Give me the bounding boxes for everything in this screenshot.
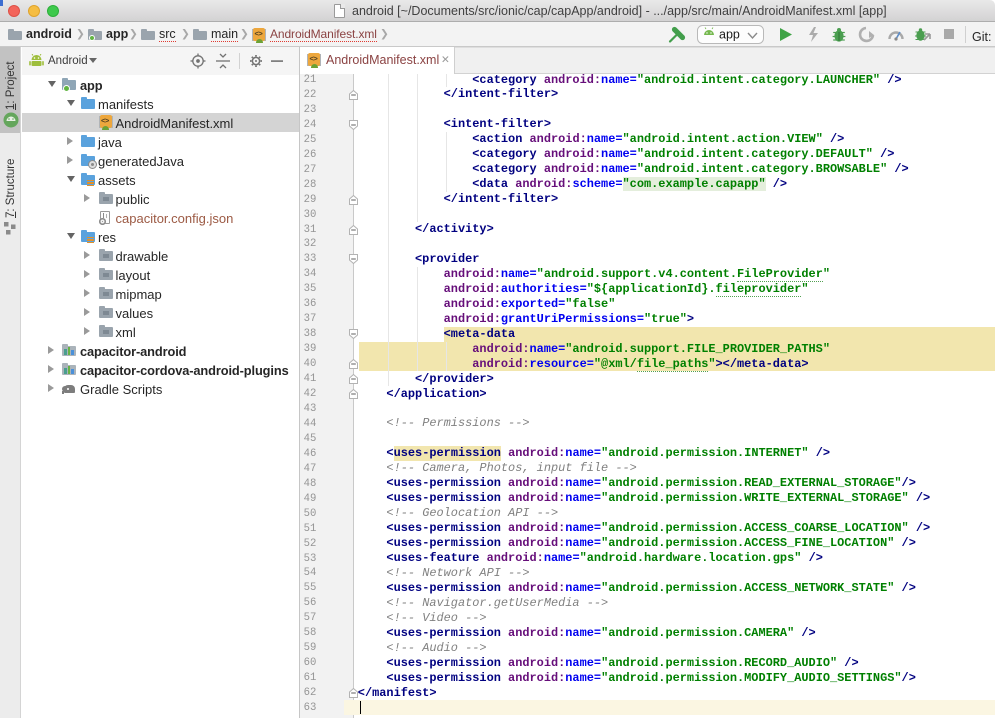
svg-text:app: app	[719, 28, 740, 42]
